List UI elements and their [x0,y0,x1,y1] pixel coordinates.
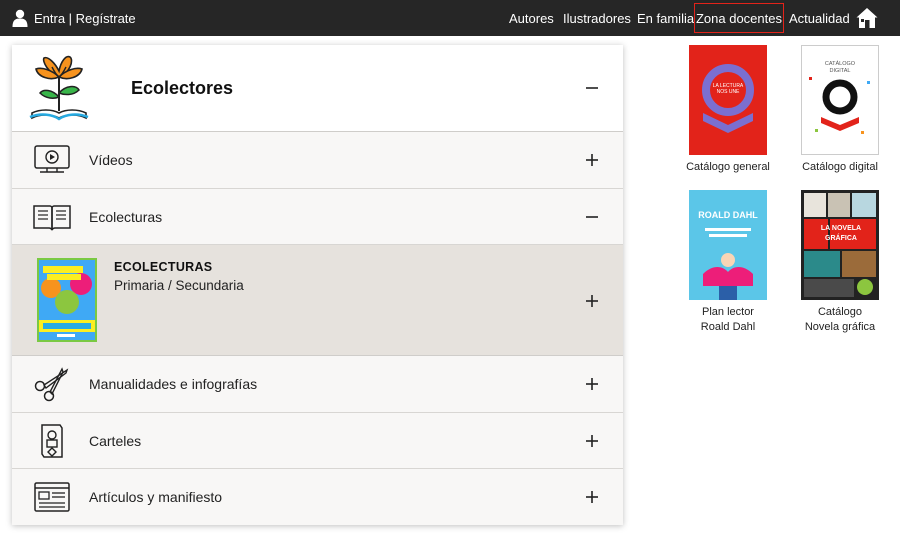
cover-text: NOS UNE [717,89,740,95]
expand-icon[interactable] [584,489,600,505]
item-title: ECOLECTURAS [114,260,213,274]
catalog-label: Catálogo general [686,161,770,173]
panel-header[interactable]: Ecolectores [12,45,623,132]
flower-book-icon [29,55,89,121]
expand-icon[interactable] [584,376,600,392]
section-label: Ecolecturas [89,208,163,225]
section-label: Vídeos [89,152,133,168]
catalog-label: Plan lector [702,306,754,318]
poster-icon [41,423,63,458]
catalog-digital-cover: CATÁLOGO DIGITAL [801,45,879,155]
item-subtitle: Primaria / Secundaria [114,278,244,293]
catalog-general-cover: LA LECTURA NOS UNE [689,45,767,155]
ecolectores-book-cover[interactable] [37,258,97,342]
cover-text: DIGITAL [830,68,851,74]
catalog-digital[interactable]: CATÁLOGO DIGITAL Catálogo digital [795,45,885,175]
nav-label: Actualidad [789,10,850,26]
cover-text: CATÁLOGO [825,60,856,67]
nav-label: En familia [637,10,695,26]
expand-icon[interactable] [584,152,600,168]
catalog-label: Catálogo digital [802,161,878,173]
expand-icon[interactable] [584,433,600,449]
login-link[interactable]: Entra | Regístrate [12,0,136,36]
section-articulos[interactable]: Artículos y manifiesto [12,469,623,525]
section-videos[interactable]: Vídeos [12,132,623,189]
nav-label: Autores [509,10,554,26]
video-icon [34,145,70,173]
article-icon [34,482,70,512]
novela-grafica-cover: LA NOVELA GRÁFICA [801,190,879,300]
collapse-icon[interactable] [584,209,600,225]
catalog-plan-lector[interactable]: ROALD DAHL Plan lector Roald Dahl [683,190,773,335]
plan-lector-cover: ROALD DAHL [689,190,767,300]
cover-text: LA NOVELA [821,225,861,232]
login-label: Entra | Regístrate [34,10,136,26]
section-label: Carteles [89,432,142,449]
cover-text: GRÁFICA [825,233,857,242]
section-ecolecturas[interactable]: Ecolecturas [12,189,623,245]
nav-item-zona-docentes[interactable]: Zona docentes [694,3,784,33]
user-icon [12,9,28,27]
nav-label: Zona docentes [695,10,782,26]
expand-icon[interactable] [584,293,600,309]
section-label: Artículos y manifiesto [89,489,223,505]
top-navigation-bar: Entra | Regístrate Autores Ilustradores … [0,0,900,36]
section-manualidades[interactable]: Manualidades e infografías [12,356,623,413]
catalog-label: Novela gráfica [804,321,876,333]
scissors-icon [34,367,69,402]
catalog-general[interactable]: LA LECTURA NOS UNE Catálogo general [683,45,773,175]
nav-label: Ilustradores [563,10,631,26]
ecolectores-panel: Ecolectores Vídeos Ecolecturas ECOLECTUR… [12,45,623,525]
section-label: Manualidades e infografías [89,376,258,392]
nav-item-en-familia[interactable]: En familia [637,0,694,36]
ecolecturas-item[interactable]: ECOLECTURAS Primaria / Secundaria [12,245,623,356]
nav-item-autores[interactable]: Autores [509,0,554,36]
open-book-icon [33,204,71,230]
catalog-label: Catálogo [817,306,863,318]
home-icon[interactable] [855,6,879,30]
panel-title: Ecolectores [131,78,234,98]
nav-item-actualidad[interactable]: Actualidad [789,0,850,36]
catalog-novela-grafica[interactable]: LA NOVELA GRÁFICA Catálogo Novela gráfic… [795,190,885,335]
nav-item-ilustradores[interactable]: Ilustradores [563,0,631,36]
section-carteles[interactable]: Carteles [12,413,623,469]
collapse-icon[interactable] [585,81,599,95]
catalog-label: Roald Dahl [700,321,756,333]
cover-text: ROALD DAHL [698,210,758,220]
